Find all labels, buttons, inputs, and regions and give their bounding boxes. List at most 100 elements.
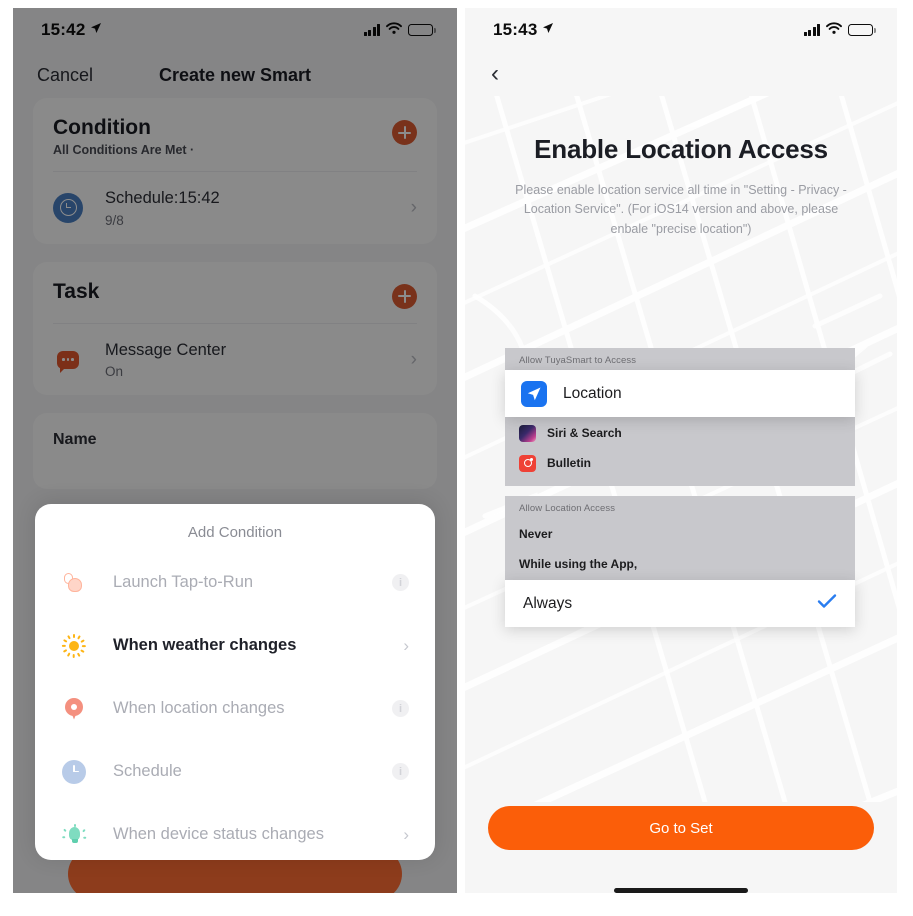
task-row-message-center[interactable]: Message Center On › xyxy=(33,324,437,396)
status-indicators xyxy=(363,21,436,39)
condition-title: Condition xyxy=(53,116,151,139)
location-arrow-icon xyxy=(542,19,554,39)
mock-access-header: Allow TuyaSmart to Access xyxy=(505,348,855,371)
battery-full-icon xyxy=(408,24,436,36)
chevron-right-icon: › xyxy=(410,196,417,218)
highlighted-always-label: Always xyxy=(523,594,573,612)
message-bubble-icon xyxy=(53,345,83,375)
sun-ray xyxy=(77,634,81,639)
mock-row-siri-search[interactable]: Siri & Search xyxy=(505,418,855,448)
mock-row-while-using-app[interactable]: While using the App, xyxy=(505,549,855,579)
left-phone-screen: 15:42 Cancel Create new Smart Condition … xyxy=(13,8,457,893)
wifi-icon xyxy=(386,21,402,39)
wifi-icon xyxy=(826,21,842,39)
sheet-item-when-weather-changes[interactable]: When weather changes › xyxy=(35,614,435,677)
condition-card-header: Condition All Conditions Are Met · xyxy=(33,98,437,171)
condition-row-schedule[interactable]: Schedule:15:42 9/8 › xyxy=(33,172,437,244)
cancel-button[interactable]: Cancel xyxy=(37,65,93,86)
hero-title: Enable Location Access xyxy=(534,134,828,164)
sun-ray xyxy=(82,644,87,647)
left-status-bar: 15:42 xyxy=(13,8,457,52)
chevron-right-icon: › xyxy=(410,348,417,370)
status-indicators xyxy=(803,21,876,39)
sun-ray xyxy=(67,652,71,657)
highlighted-always-row[interactable]: Always xyxy=(505,580,855,627)
lightbulb-icon xyxy=(61,822,87,848)
screenshot-canvas: 15:42 Cancel Create new Smart Condition … xyxy=(0,0,913,916)
mock-row-label: Bulletin xyxy=(547,456,591,470)
chevron-left-icon[interactable]: ‹ xyxy=(491,62,499,86)
condition-card-text: Condition All Conditions Are Met · xyxy=(53,116,392,157)
sheet-item-schedule[interactable]: Schedule i xyxy=(35,740,435,803)
task-row-title: Message Center xyxy=(105,340,227,359)
bulb-spark xyxy=(62,836,66,838)
info-icon[interactable]: i xyxy=(392,700,409,717)
add-task-button[interactable] xyxy=(392,283,417,309)
sheet-item-when-device-status-changes[interactable]: When device status changes › xyxy=(35,803,435,860)
mock-row-label: Never xyxy=(519,527,553,541)
status-time: 15:42 xyxy=(41,20,86,39)
chevron-right-icon: › xyxy=(403,635,409,655)
bulb-spark xyxy=(82,828,86,832)
highlighted-location-label: Location xyxy=(563,384,622,402)
status-time: 15:43 xyxy=(493,20,538,39)
sheet-item-launch-tap-to-run[interactable]: Launch Tap-to-Run i xyxy=(35,551,435,614)
cellular-bars-icon xyxy=(363,24,380,36)
sheet-item-label: When device status changes xyxy=(113,825,324,843)
sheet-item-label: When location changes xyxy=(113,699,285,717)
condition-row-subtitle: 9/8 xyxy=(105,212,124,228)
right-status-bar: 15:43 xyxy=(465,8,897,52)
mock-location-header: Allow Location Access xyxy=(505,496,855,519)
sheet-item-label: Launch Tap-to-Run xyxy=(113,573,254,591)
status-time-group: 15:42 xyxy=(41,20,102,40)
mock-row-bulletin[interactable]: Bulletin xyxy=(505,448,855,478)
sun-ray xyxy=(67,634,71,639)
name-card: Name xyxy=(33,413,437,490)
left-scroll-content: Condition All Conditions Are Met · Sched… xyxy=(13,98,457,490)
info-icon[interactable]: i xyxy=(392,763,409,780)
mock-row-label: Siri & Search xyxy=(547,426,622,440)
sun-icon xyxy=(61,633,87,659)
task-row-subtitle: On xyxy=(105,364,124,380)
info-icon[interactable]: i xyxy=(392,574,409,591)
tap-hand-icon xyxy=(61,570,87,596)
checkmark-icon xyxy=(817,593,837,615)
condition-row-text: Schedule:15:42 9/8 xyxy=(105,188,411,228)
add-condition-button[interactable] xyxy=(392,120,417,145)
bulb-spark xyxy=(63,828,67,832)
sun-ray xyxy=(73,653,75,658)
name-label: Name xyxy=(53,431,97,449)
bulletin-icon xyxy=(519,454,536,472)
left-navbar: Cancel Create new Smart xyxy=(13,52,457,98)
hero-description: Please enable location service all time … xyxy=(515,183,847,236)
sun-ray xyxy=(77,652,81,657)
cellular-bars-icon xyxy=(803,24,820,36)
add-condition-sheet: Add Condition Launch Tap-to-Run i When w… xyxy=(35,504,435,860)
condition-card: Condition All Conditions Are Met · Sched… xyxy=(33,98,437,244)
sheet-item-label: Schedule xyxy=(113,762,182,780)
clock-icon xyxy=(61,759,87,785)
hero-block: Enable Location Access Please enable loc… xyxy=(465,134,897,239)
condition-row-title: Schedule:15:42 xyxy=(105,189,220,208)
location-pin-icon xyxy=(61,696,87,722)
sun-ray xyxy=(63,648,68,653)
sun-ray xyxy=(63,638,68,643)
sheet-title: Add Condition xyxy=(187,524,283,541)
highlighted-location-row[interactable]: Location xyxy=(505,370,855,417)
compass-location-icon xyxy=(521,380,547,407)
bulb-spark xyxy=(74,823,76,827)
mock-allow-access-panel: Allow TuyaSmart to Access Siri & Search … xyxy=(505,348,855,486)
condition-subtitle[interactable]: All Conditions Are Met · xyxy=(53,143,392,157)
go-to-set-button[interactable]: Go to Set xyxy=(488,806,874,850)
clock-icon xyxy=(53,192,83,223)
battery-full-icon xyxy=(848,24,876,36)
sun-ray xyxy=(80,648,85,653)
mock-row-label: While using the App, xyxy=(519,557,638,571)
status-time-group: 15:43 xyxy=(493,20,554,40)
sheet-item-label: When weather changes xyxy=(113,636,297,654)
sun-ray xyxy=(62,644,67,647)
mock-row-never[interactable]: Never xyxy=(505,519,855,549)
sun-ray xyxy=(73,633,75,638)
task-card-header: Task xyxy=(33,262,437,323)
sheet-item-when-location-changes[interactable]: When location changes i xyxy=(35,677,435,740)
